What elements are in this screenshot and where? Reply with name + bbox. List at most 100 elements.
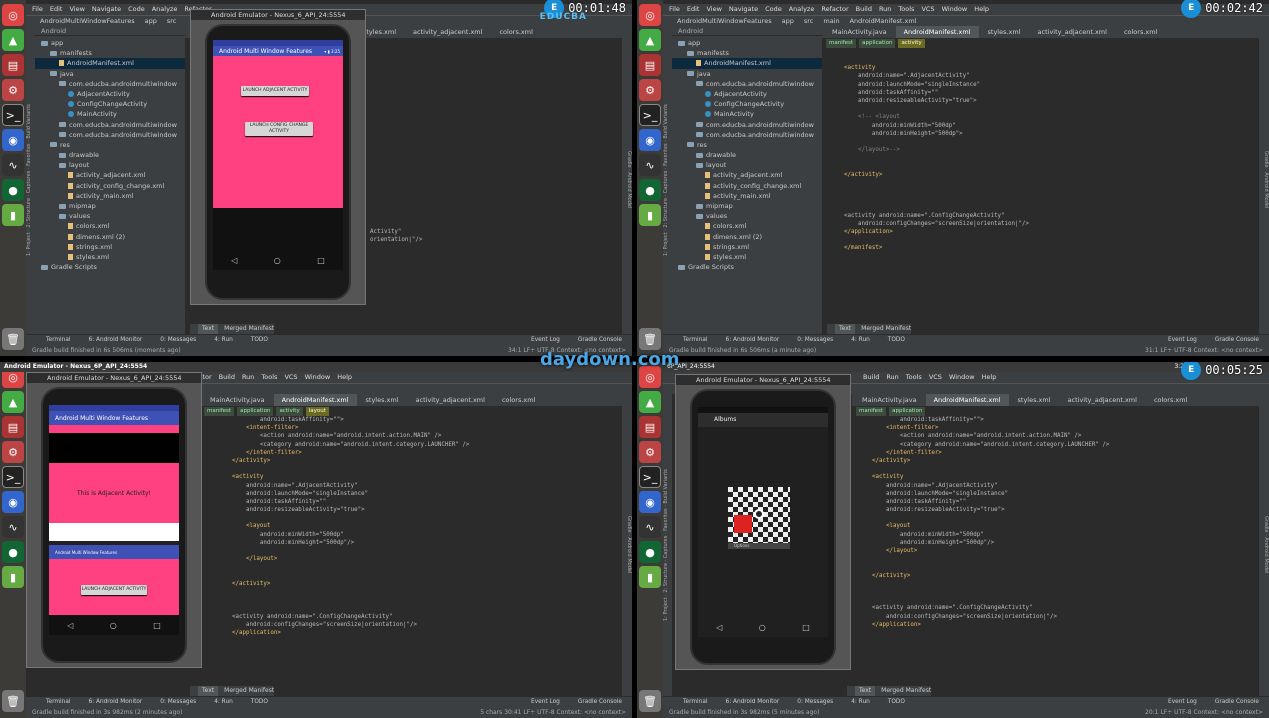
bc-application[interactable]: application (237, 407, 274, 416)
gradle-console-tool[interactable]: Gradle Console (578, 335, 622, 345)
browser-icon[interactable]: ◉ (639, 491, 661, 513)
tree-item[interactable]: Gradle Scripts (672, 262, 822, 272)
tree-item[interactable]: activity_main.xml (672, 191, 822, 201)
crumb-manifest[interactable]: AndroidManifest.xml (850, 16, 917, 26)
tree-item[interactable]: manifests (35, 48, 185, 58)
tree-item[interactable]: strings.xml (35, 242, 185, 252)
trash-icon[interactable]: 🗑 (639, 328, 661, 350)
menu-edit[interactable]: Edit (687, 4, 700, 15)
tree-item[interactable]: manifests (672, 48, 822, 58)
browser-icon[interactable]: ◉ (639, 129, 661, 151)
tree-item[interactable]: com.educba.androidmultiwindow (672, 130, 822, 140)
menu-code[interactable]: Code (128, 4, 145, 15)
crumb-project[interactable]: AndroidMultiWindowFeatures (40, 16, 135, 26)
trash-icon[interactable]: 🗑 (2, 690, 24, 712)
tree-item[interactable]: activity_adjacent.xml (35, 170, 185, 180)
tab-colors[interactable]: colors.xml (1146, 394, 1195, 406)
menu-view[interactable]: View (69, 4, 84, 15)
tree-item[interactable]: activity_main.xml (35, 191, 185, 201)
bc-layout[interactable]: layout (305, 407, 329, 416)
left-tool-strip[interactable]: 1: Project · 2: Structure · Captures · F… (26, 26, 35, 334)
tree-item[interactable]: ConfigChangeActivity (35, 99, 185, 109)
tree-item[interactable]: drawable (672, 150, 822, 160)
files-icon[interactable]: ▤ (2, 416, 24, 438)
tree-item[interactable]: dimens.xml (2) (672, 232, 822, 242)
tab-activity-adjacent[interactable]: activity_adjacent.xml (408, 394, 493, 406)
android-icon[interactable]: ▮ (2, 204, 24, 226)
tab-colors[interactable]: colors.xml (1116, 26, 1165, 38)
tree-item[interactable]: mipmap (35, 201, 185, 211)
android-monitor-tool[interactable]: 6: Android Monitor (726, 697, 780, 707)
menu-run[interactable]: Run (242, 372, 254, 383)
bc-activity[interactable]: activity (276, 407, 303, 416)
tree-item[interactable]: java (35, 69, 185, 79)
tree-item[interactable]: AndroidManifest.xml (35, 58, 185, 69)
tree-item[interactable]: app (35, 38, 185, 48)
tab-main-activity[interactable]: MainActivity.java (202, 394, 273, 406)
menu-tools[interactable]: Tools (261, 372, 277, 383)
menu-vcs[interactable]: VCS (284, 372, 297, 383)
left-tool-strip[interactable]: 1: Project · 2: Structure · Captures · F… (663, 26, 672, 334)
android-studio-icon[interactable]: ▲ (2, 391, 24, 413)
tab-colors[interactable]: colors.xml (494, 394, 543, 406)
back-icon[interactable]: ◁ (716, 623, 722, 632)
left-tool-strip[interactable]: 1: Project · 2: Structure · Captures · F… (663, 394, 672, 696)
terminal-tool[interactable]: Terminal (683, 335, 708, 345)
terminal-icon[interactable]: >_ (2, 104, 24, 126)
menu-navigate[interactable]: Navigate (729, 4, 758, 15)
run-tool[interactable]: 4: Run (214, 335, 233, 345)
browser-icon[interactable]: ◉ (2, 129, 24, 151)
tree-item[interactable]: com.educba.androidmultiwindow (672, 79, 822, 89)
messages-tool[interactable]: 0: Messages (160, 335, 196, 345)
messages-tool[interactable]: 0: Messages (797, 335, 833, 345)
menu-refactor[interactable]: Refactor (821, 4, 848, 15)
tree-item[interactable]: strings.xml (672, 242, 822, 252)
gradle-console-tool[interactable]: Gradle Console (1215, 335, 1259, 345)
terminal-tool[interactable]: Terminal (683, 697, 708, 707)
menu-analyze[interactable]: Analyze (789, 4, 815, 15)
todo-tool[interactable]: TODO (888, 335, 905, 345)
menu-navigate[interactable]: Navigate (92, 4, 121, 15)
tree-item[interactable]: Gradle Scripts (35, 262, 185, 272)
terminal-icon[interactable]: >_ (639, 466, 661, 488)
globe-icon[interactable]: ● (639, 179, 661, 201)
right-tool-strip[interactable]: Gradle · Android Model (1259, 394, 1269, 696)
menu-build[interactable]: Build (219, 372, 235, 383)
ubuntu-dash-icon[interactable]: ◎ (2, 4, 24, 26)
code-area[interactable]: android:taskAffinity=""> <intent-filter>… (200, 416, 622, 637)
menu-window[interactable]: Window (305, 372, 331, 383)
tab-android-manifest[interactable]: AndroidManifest.xml (895, 26, 979, 38)
settings-icon[interactable]: ⚙ (639, 79, 661, 101)
tree-item[interactable]: app (672, 38, 822, 48)
album-thumbnail[interactable] (728, 487, 790, 543)
tree-item[interactable]: layout (672, 160, 822, 170)
run-tool[interactable]: 4: Run (214, 697, 233, 707)
bc-manifest[interactable]: manifest (204, 407, 235, 416)
tree-item[interactable]: colors.xml (35, 221, 185, 231)
tree-item[interactable]: com.educba.androidmultiwindow (35, 130, 185, 140)
terminal-icon[interactable]: >_ (639, 104, 661, 126)
tree-item[interactable]: styles.xml (35, 252, 185, 262)
menu-window[interactable]: Window (942, 4, 968, 15)
bc-activity[interactable]: activity (898, 39, 925, 48)
back-icon[interactable]: ◁ (231, 256, 237, 265)
ubuntu-dash-icon[interactable]: ◎ (639, 4, 661, 26)
text-tab[interactable]: Text (855, 686, 876, 696)
globe-icon[interactable]: ● (2, 541, 24, 563)
bc-application[interactable]: application (859, 39, 896, 48)
tree-item[interactable]: AdjacentActivity (672, 89, 822, 99)
menu-tools[interactable]: Tools (906, 372, 922, 383)
monitor-icon[interactable]: ∿ (2, 516, 24, 538)
files-icon[interactable]: ▤ (639, 416, 661, 438)
files-icon[interactable]: ▤ (2, 54, 24, 76)
messages-tool[interactable]: 0: Messages (797, 697, 833, 707)
monitor-icon[interactable]: ∿ (639, 154, 661, 176)
back-icon[interactable]: ◁ (67, 621, 73, 630)
android-monitor-tool[interactable]: 6: Android Monitor (89, 697, 143, 707)
menu-build[interactable]: Build (863, 372, 879, 383)
event-log-tool[interactable]: Event Log (531, 697, 560, 707)
tree-item[interactable]: layout (35, 160, 185, 170)
tree-item[interactable]: com.educba.androidmultiwindow (35, 79, 185, 89)
text-tab[interactable]: Text (198, 686, 219, 696)
merged-manifest-tab[interactable]: Merged Manifest (224, 686, 274, 696)
